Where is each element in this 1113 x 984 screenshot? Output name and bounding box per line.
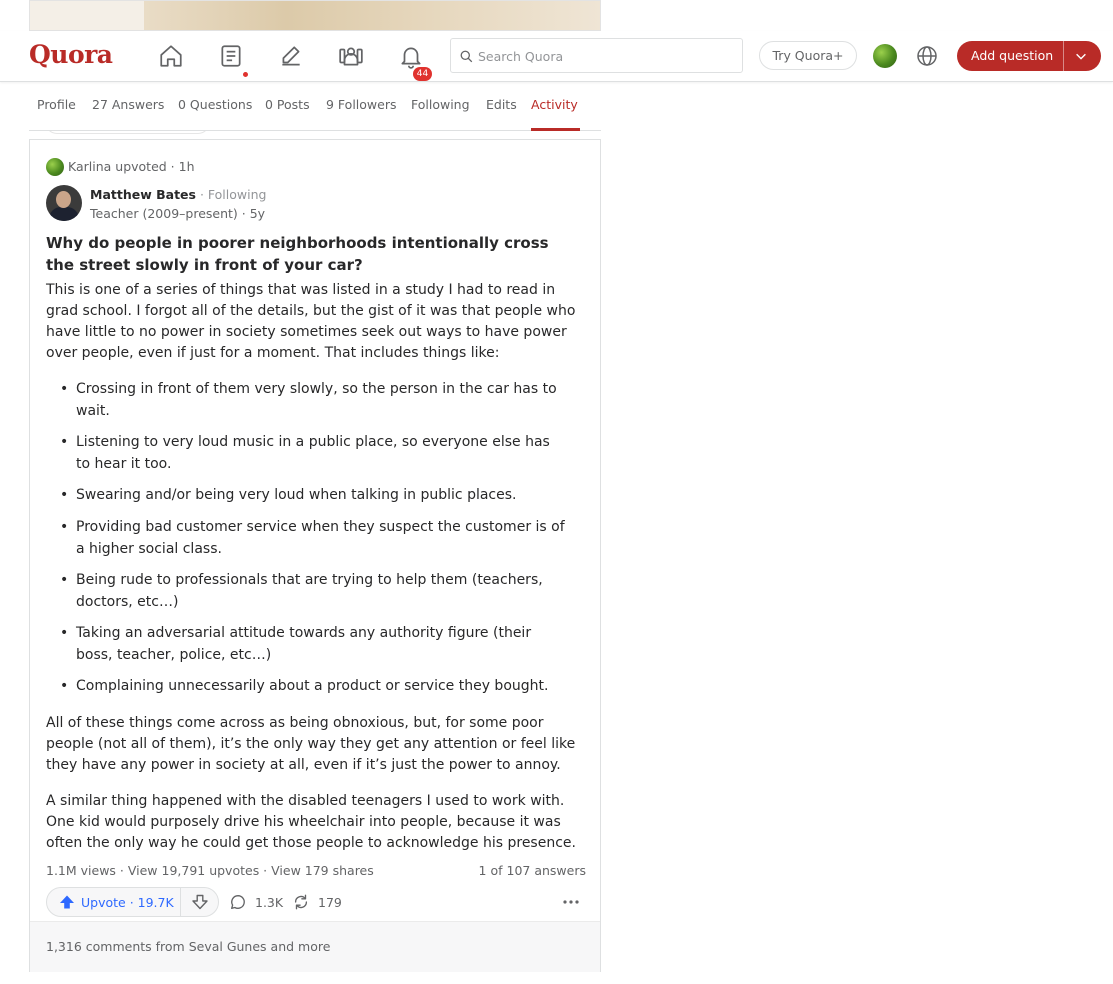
list-item: Providing bad customer service when they… <box>46 516 566 560</box>
reshare-icon <box>294 894 308 910</box>
list-item: Swearing and/or being very loud when tal… <box>46 484 566 506</box>
top-navigation: Quora 44 Try Quora+ <box>0 31 1113 82</box>
add-question-button[interactable]: Add question <box>957 41 1101 71</box>
follow-status[interactable]: Following <box>208 187 267 202</box>
upvote-button[interactable]: Upvote · 19.7K <box>47 888 180 916</box>
share-button[interactable]: 179 <box>292 887 342 917</box>
author-credential[interactable]: Teacher (2009–present) <box>90 206 238 221</box>
add-question-label: Add question <box>971 48 1054 63</box>
list-item: Complaining unnecessarily about a produc… <box>46 675 566 697</box>
search-icon <box>460 50 473 63</box>
tab-answers[interactable]: 27 Answers <box>92 97 164 112</box>
tab-following[interactable]: Following <box>411 97 470 112</box>
author-name[interactable]: Matthew Bates <box>90 187 196 202</box>
tab-profile[interactable]: Profile <box>37 97 76 112</box>
following-feed-icon[interactable] <box>216 41 246 71</box>
cover-image <box>29 0 601 31</box>
answer-age[interactable]: 5y <box>250 206 265 221</box>
answer-card: Karlina upvoted · 1h Matthew Bates · Fol… <box>29 139 601 972</box>
list-item: Taking an adversarial attitude towards a… <box>46 622 566 666</box>
comments-button[interactable]: 1.3K <box>229 887 283 917</box>
search-box[interactable] <box>450 38 743 73</box>
active-tab-indicator <box>531 128 580 131</box>
chevron-down-icon[interactable] <box>1074 49 1088 63</box>
search-input[interactable] <box>478 46 733 66</box>
profile-tabs: Profile 27 Answers 0 Questions 0 Posts 9… <box>29 82 601 131</box>
downvote-arrow-icon <box>192 894 208 910</box>
answer-paragraph: A similar thing happened with the disabl… <box>46 793 576 851</box>
answer-intro: This is one of a series of things that w… <box>46 282 576 361</box>
try-quora-plus-button[interactable]: Try Quora+ <box>759 41 857 70</box>
list-item: Crossing in front of them very slowly, s… <box>46 378 566 422</box>
answer-position[interactable]: 1 of 107 answers <box>479 863 586 878</box>
list-item: Being rude to professionals that are try… <box>46 569 566 613</box>
notification-count-badge: 44 <box>413 67 432 81</box>
downvote-button[interactable] <box>181 888 219 916</box>
tab-questions[interactable]: 0 Questions <box>178 97 252 112</box>
comments-summary-bar[interactable]: 1,316 comments from Seval Gunes and more <box>30 921 600 972</box>
ellipsis-icon <box>563 900 579 904</box>
feed-unread-dot <box>242 71 249 78</box>
author-credential-line: Teacher (2009–present) · 5y <box>90 206 266 221</box>
answer-actions: Upvote · 19.7K 1.3K 179 <box>46 887 586 917</box>
upvote-label: Upvote · 19.7K <box>81 894 174 910</box>
tab-followers[interactable]: 9 Followers <box>326 97 396 112</box>
question-title[interactable]: Why do people in poorer neighborhoods in… <box>46 232 576 276</box>
answer-edit-icon[interactable] <box>276 41 306 71</box>
tab-posts[interactable]: 0 Posts <box>265 97 310 112</box>
comment-bubble-icon <box>231 895 245 909</box>
tab-edits[interactable]: Edits <box>486 97 517 112</box>
upvote-arrow-icon <box>60 895 74 909</box>
author-line: Matthew Bates · Following <box>90 187 267 202</box>
spaces-icon[interactable] <box>336 41 366 71</box>
list-item: Listening to very loud music in a public… <box>46 431 566 475</box>
activity-user-avatar[interactable] <box>46 158 64 176</box>
home-icon[interactable] <box>156 41 186 71</box>
comment-count: 1.3K <box>255 894 284 910</box>
tab-activity[interactable]: Activity <box>531 97 578 112</box>
more-options-button[interactable] <box>556 887 586 917</box>
author-avatar[interactable] <box>46 185 82 221</box>
user-avatar[interactable] <box>873 44 897 68</box>
quora-logo[interactable]: Quora <box>29 40 113 69</box>
comments-summary-text: 1,316 comments from Seval Gunes and more <box>46 939 331 954</box>
language-globe-icon[interactable] <box>915 44 939 68</box>
share-count: 179 <box>318 894 342 910</box>
activity-text[interactable]: Karlina upvoted · 1h <box>68 159 195 174</box>
vote-control: Upvote · 19.7K <box>46 887 219 917</box>
answer-paragraph: All of these things come across as being… <box>46 715 576 773</box>
views-upvotes-shares[interactable]: 1.1M views · View 19,791 upvotes · View … <box>46 863 374 878</box>
